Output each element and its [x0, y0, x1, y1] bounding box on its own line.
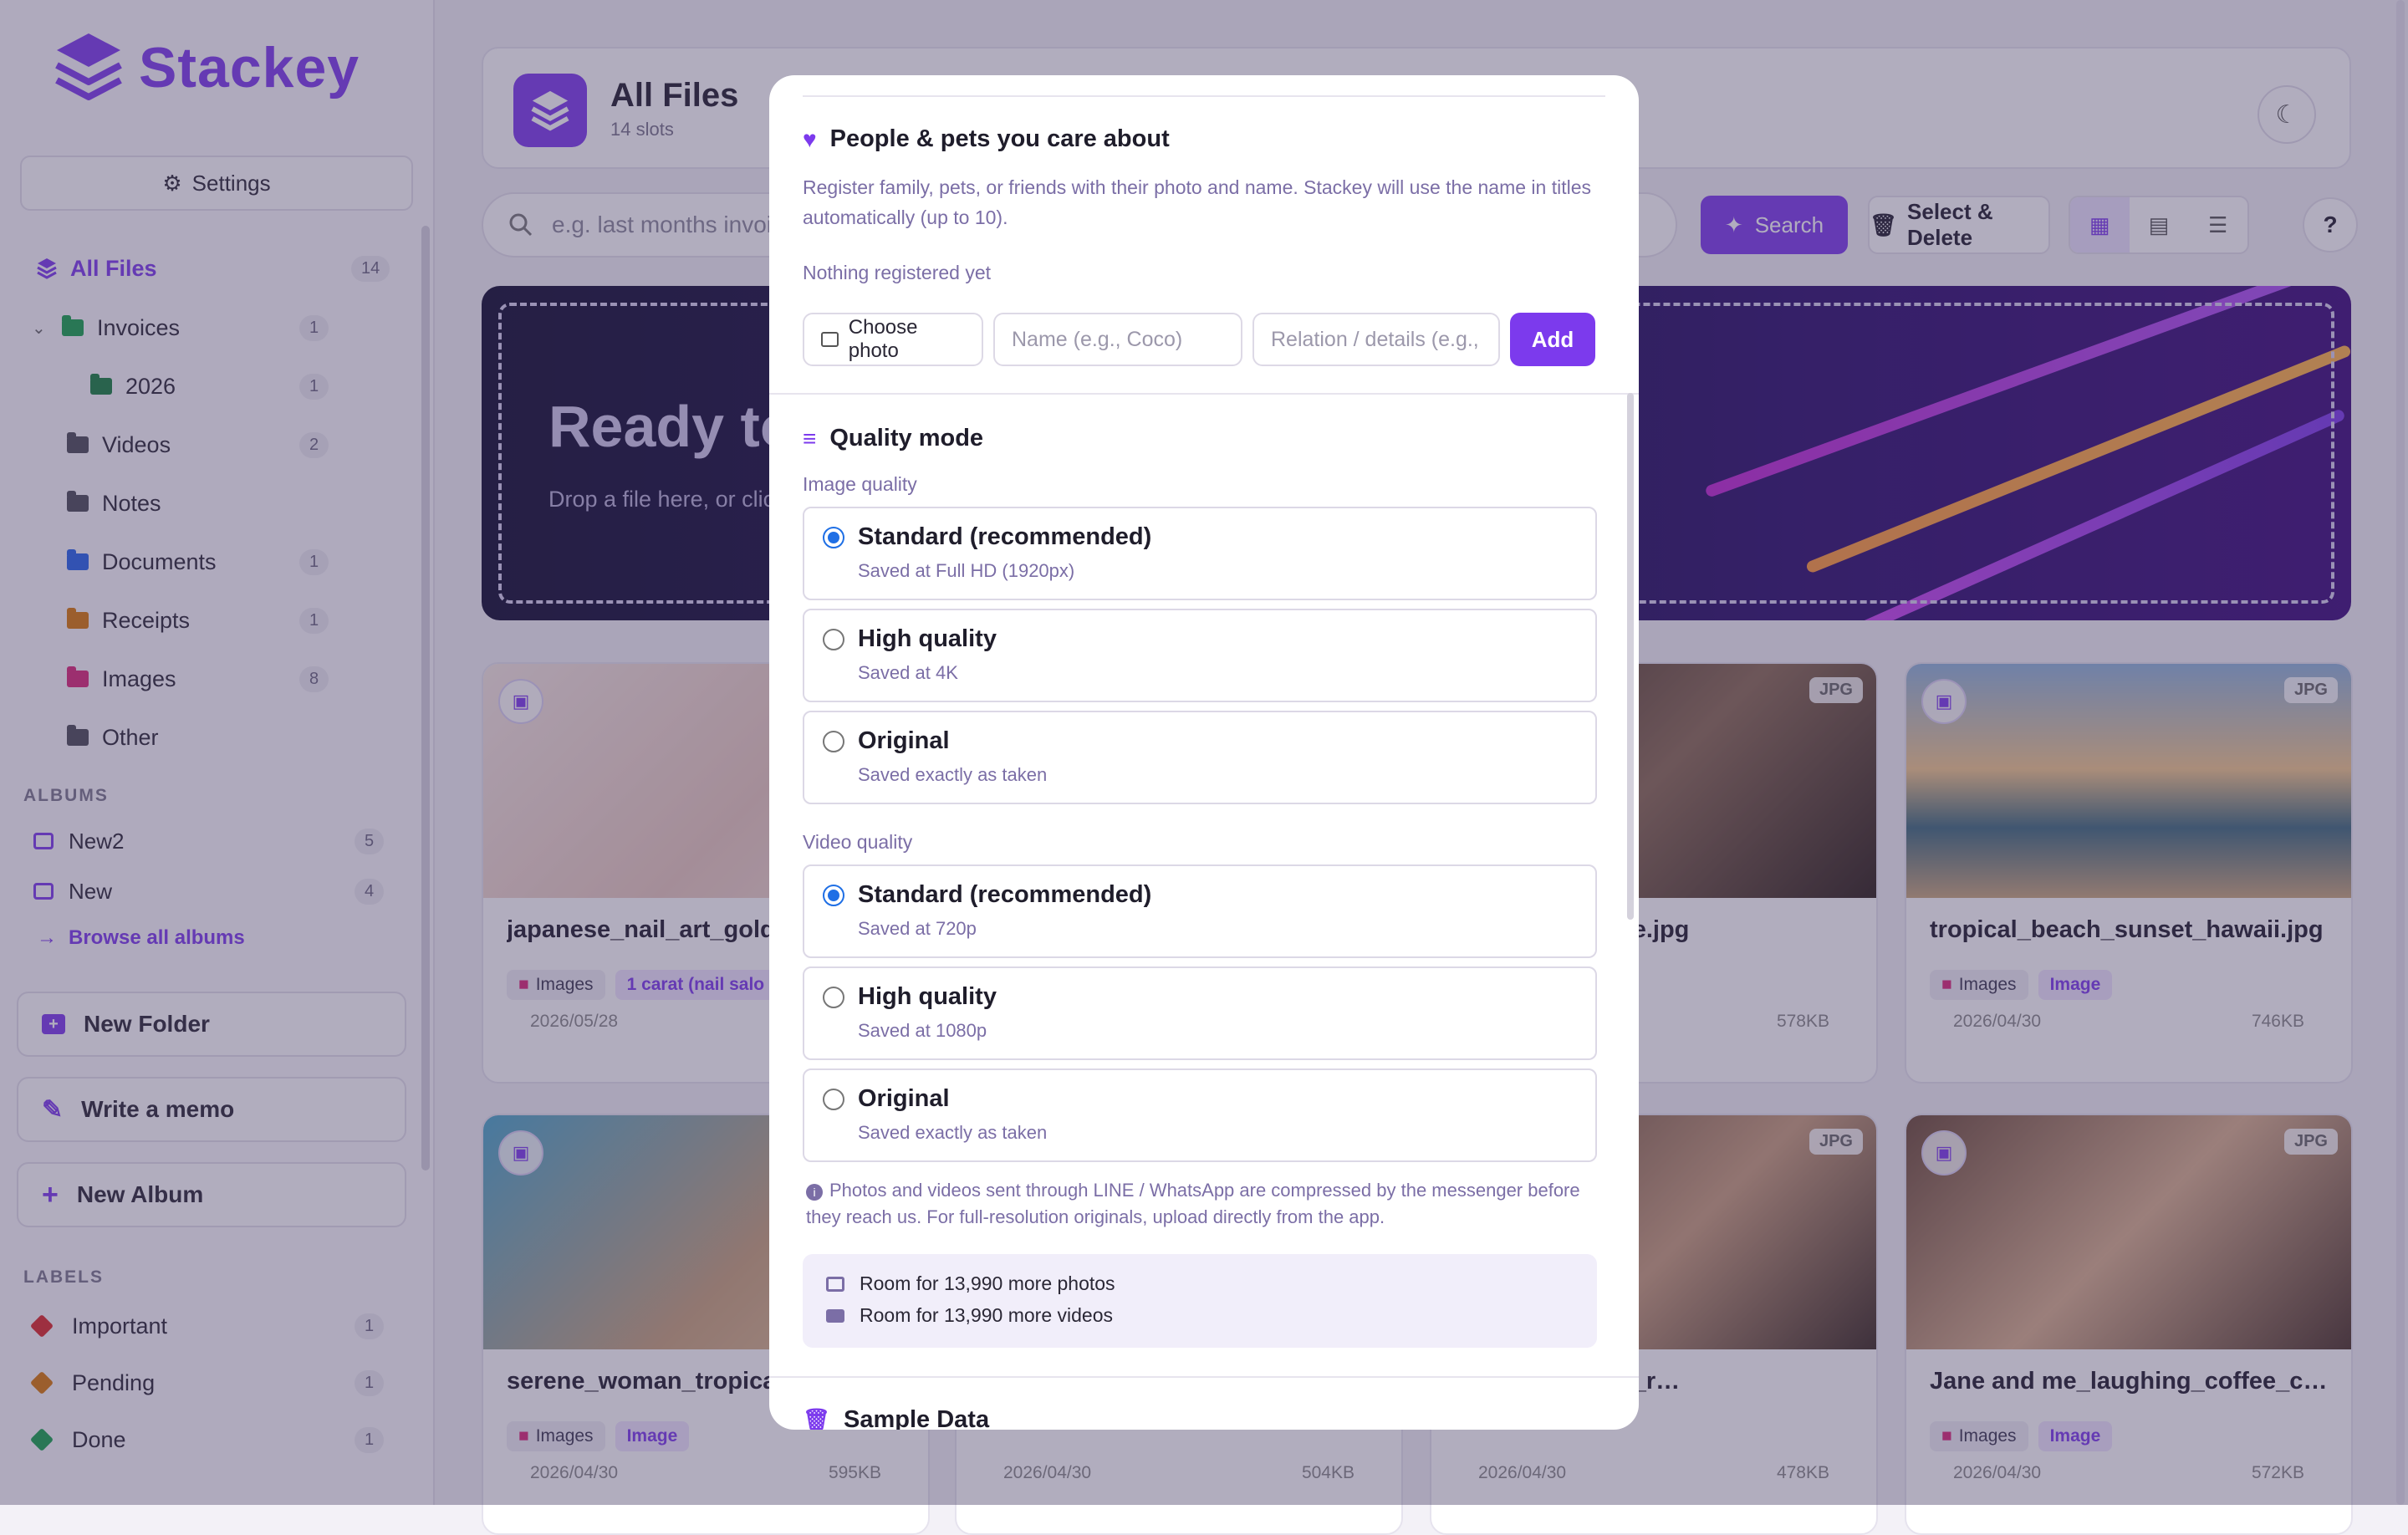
radio-selected[interactable]	[823, 885, 844, 906]
photos-capacity-text: Room for 13,990 more photos	[860, 1272, 1115, 1294]
people-empty-state: Nothing registered yet	[803, 262, 992, 283]
video-icon	[826, 1308, 844, 1323]
video-quality-high-option[interactable]: High quality Saved at 1080p	[803, 966, 1597, 1060]
relation-placeholder: Relation / details (e.g.,	[1271, 327, 1479, 351]
option-title: Standard (recommended)	[858, 881, 1152, 908]
info-icon: i	[806, 1184, 823, 1201]
settings-modal: ♥ People & pets you care about Register …	[769, 75, 1639, 1430]
photos-capacity: Room for 13,990 more photos	[826, 1272, 1115, 1295]
option-subtitle: Saved at 720p	[858, 918, 977, 939]
video-quality-original-option[interactable]: Original Saved exactly as taken	[803, 1068, 1597, 1162]
people-title-text: People & pets you care about	[829, 125, 1170, 152]
storage-capacity-box: Room for 13,990 more photos Room for 13,…	[803, 1254, 1597, 1348]
option-subtitle: Saved exactly as taken	[858, 1122, 1048, 1143]
divider	[769, 393, 1639, 395]
option-subtitle: Saved at 4K	[858, 662, 958, 683]
image-icon	[821, 332, 839, 347]
radio-selected[interactable]	[823, 527, 844, 548]
compression-note: i Photos and videos sent through LINE / W…	[806, 1177, 1600, 1231]
add-label: Add	[1531, 326, 1574, 352]
image-quality-standard-option[interactable]: Standard (recommended) Saved at Full HD …	[803, 507, 1597, 600]
person-name-input[interactable]: Name (e.g., Coco)	[993, 313, 1242, 366]
option-subtitle: Saved at Full HD (1920px)	[858, 560, 1075, 581]
divider	[769, 1376, 1639, 1378]
video-quality-standard-option[interactable]: Standard (recommended) Saved at 720p	[803, 864, 1597, 958]
option-title: Standard (recommended)	[858, 523, 1152, 550]
sliders-icon: ≡	[803, 425, 817, 451]
option-subtitle: Saved at 1080p	[858, 1020, 987, 1041]
video-quality-heading: Video quality	[803, 831, 913, 853]
image-quality-original-option[interactable]: Original Saved exactly as taken	[803, 711, 1597, 804]
divider	[803, 95, 1605, 97]
radio-unselected[interactable]	[823, 987, 844, 1008]
sample-data-title-text: Sample Data	[844, 1406, 990, 1430]
compression-note-text: Photos and videos sent through LINE / Wh…	[806, 1180, 1580, 1227]
choose-photo-label: Choose photo	[848, 316, 918, 362]
option-title: High quality	[858, 983, 997, 1010]
option-title: Original	[858, 727, 950, 754]
option-subtitle: Saved exactly as taken	[858, 764, 1048, 785]
people-description: Register family, pets, or friends with t…	[803, 176, 1592, 228]
videos-capacity-text: Room for 13,990 more videos	[860, 1304, 1113, 1326]
radio-unselected[interactable]	[823, 629, 844, 650]
sample-data-section-title: 🗑 Sample Data	[803, 1406, 989, 1430]
videos-capacity: Room for 13,990 more videos	[826, 1304, 1113, 1327]
heart-icon: ♥	[803, 125, 817, 152]
quality-section-title: ≡ Quality mode	[803, 425, 983, 452]
image-quality-heading: Image quality	[803, 473, 917, 495]
option-title: Original	[858, 1085, 950, 1112]
option-title: High quality	[858, 625, 997, 652]
image-icon	[826, 1276, 844, 1292]
modal-scrollbar[interactable]	[1627, 393, 1634, 920]
image-quality-high-option[interactable]: High quality Saved at 4K	[803, 609, 1597, 702]
trash-icon: 🗑	[803, 1407, 831, 1430]
name-placeholder: Name (e.g., Coco)	[1012, 327, 1183, 351]
add-person-button[interactable]: Add	[1510, 313, 1595, 366]
person-relation-input[interactable]: Relation / details (e.g.,	[1252, 313, 1500, 366]
choose-photo-button[interactable]: Choose photo	[803, 313, 983, 366]
quality-title-text: Quality mode	[829, 425, 984, 451]
radio-unselected[interactable]	[823, 1089, 844, 1110]
people-section-title: ♥ People & pets you care about	[803, 125, 1170, 153]
radio-unselected[interactable]	[823, 731, 844, 752]
